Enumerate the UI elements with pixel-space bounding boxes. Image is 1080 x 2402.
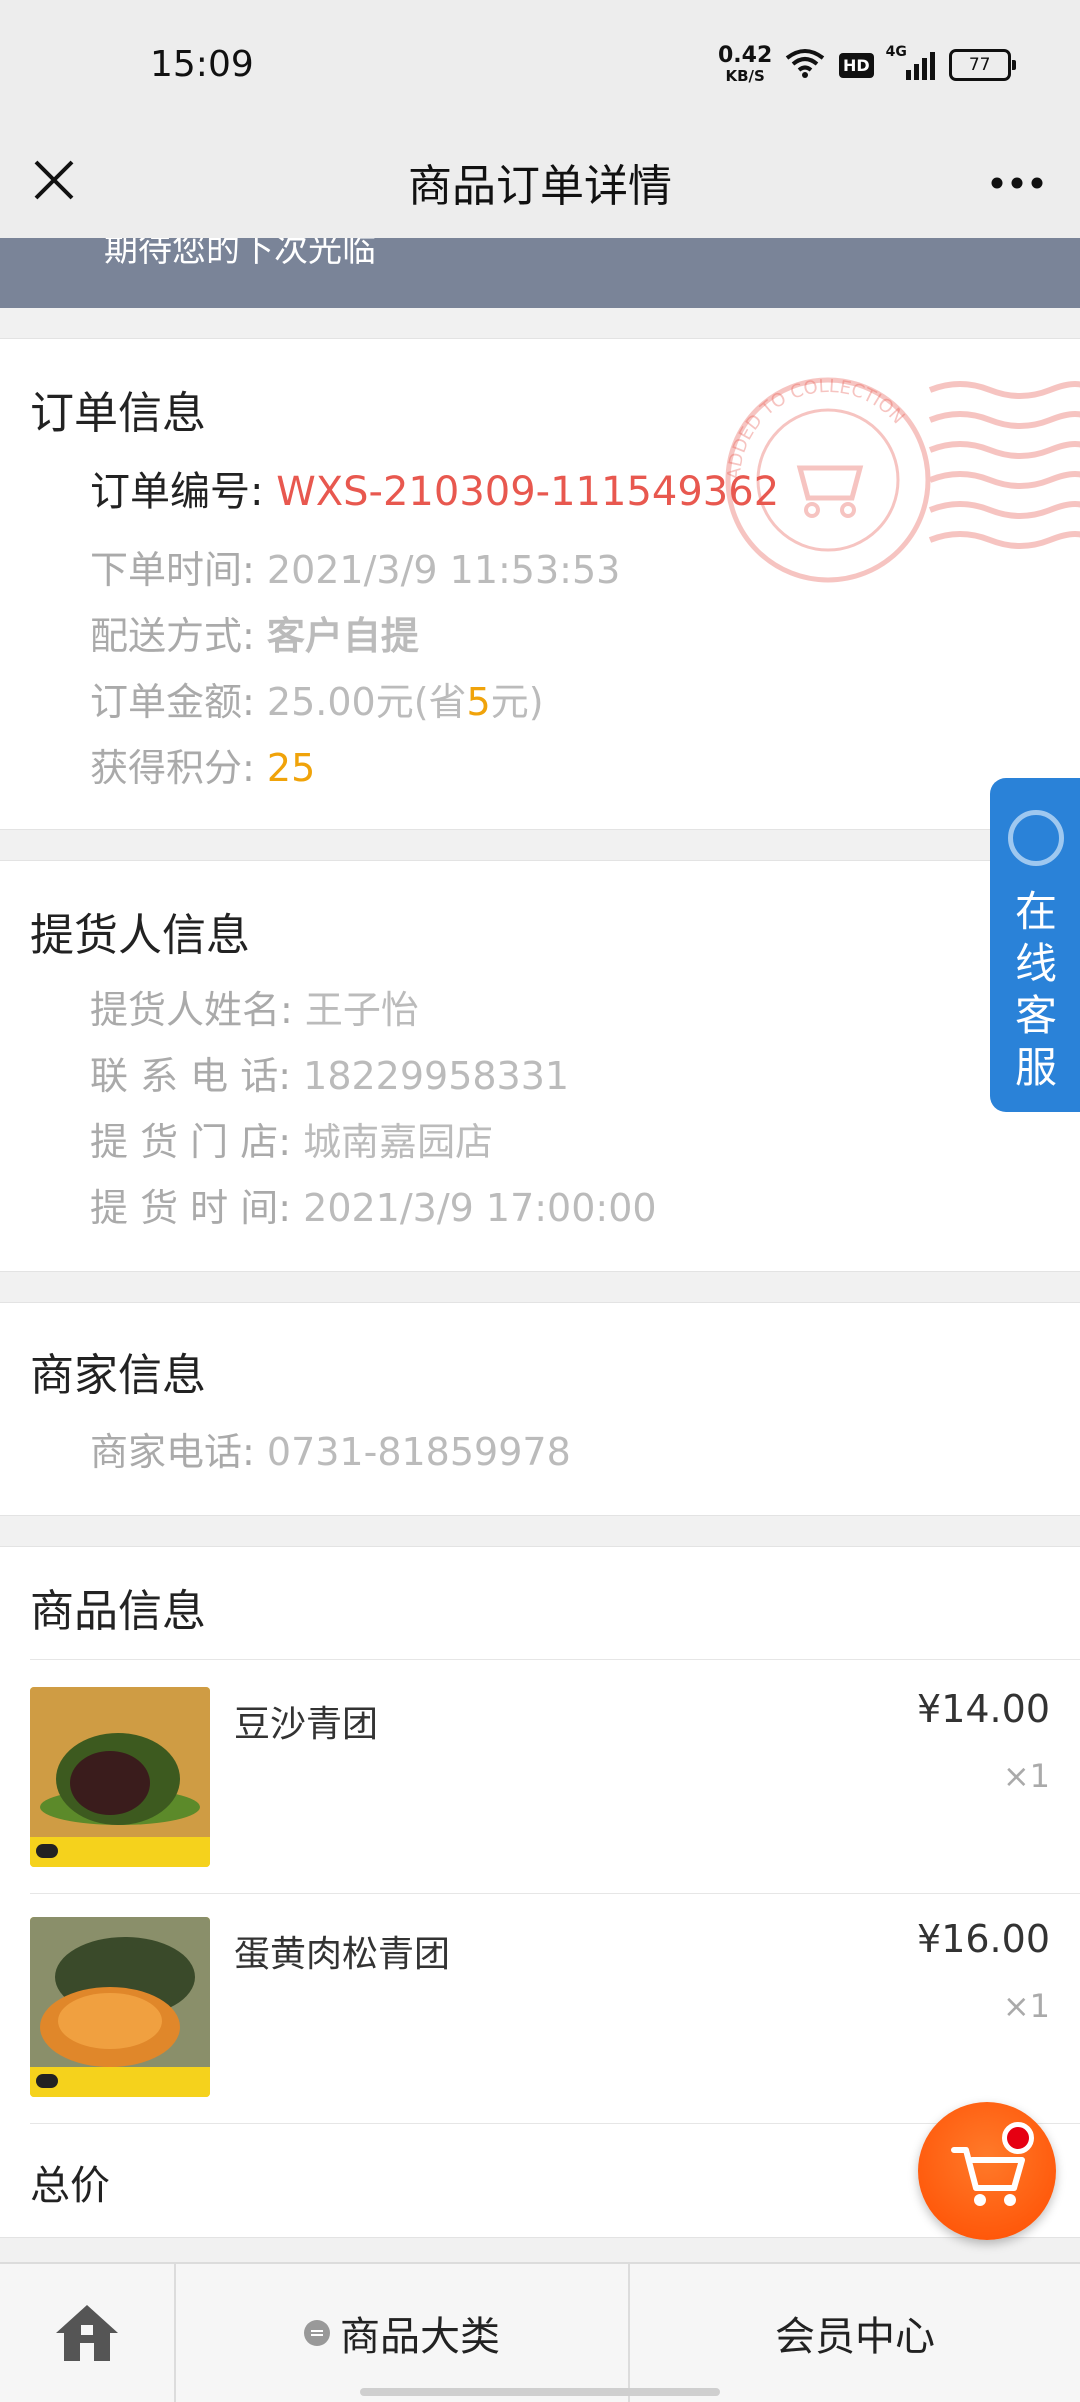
home-indicator[interactable] xyxy=(360,2388,720,2396)
pickup-phone-row: 联 系 电 话: 18229958331 xyxy=(90,1045,569,1100)
pickup-name-row: 提货人姓名: 王子怡 xyxy=(90,979,419,1034)
signal-icon: 4G xyxy=(886,44,935,80)
product-name: 蛋黄肉松青团 xyxy=(234,1934,451,1975)
total-label: 总价 xyxy=(30,2163,110,2209)
pickup-time-row: 提 货 时 间: 2021/3/9 17:00:00 xyxy=(90,1177,657,1232)
merchant-phone-label: 商家电话: xyxy=(90,1430,255,1474)
pickup-time-label: 提 货 时 间: xyxy=(90,1186,292,1230)
wifi-icon xyxy=(785,48,825,82)
amount-row: 订单金额: 25.00元(省5元) xyxy=(90,671,544,726)
customer-service-button[interactable]: 在线客服 xyxy=(990,778,1080,1112)
order-time-label: 下单时间: xyxy=(90,548,255,592)
status-icons: HD 4G 77 xyxy=(785,44,1016,82)
pickup-phone-value: 18229958331 xyxy=(303,1054,570,1098)
pickup-store-value: 城南嘉园店 xyxy=(303,1120,494,1164)
svg-text:ADDED TO COLLECTION: ADDED TO COLLECTION xyxy=(724,376,909,481)
product-price: ¥14.00 xyxy=(917,1687,1050,1731)
menu-circle-icon xyxy=(304,2320,330,2346)
divider xyxy=(30,1659,1080,1660)
points-row: 获得积分: 25 xyxy=(90,737,315,792)
pickup-time-value: 2021/3/9 17:00:00 xyxy=(303,1186,657,1230)
status-banner: 期待您的下次光临 xyxy=(0,238,1080,308)
home-icon xyxy=(56,2305,118,2361)
pickup-phone-label: 联 系 电 话: xyxy=(90,1054,292,1098)
hd-badge: HD xyxy=(839,52,874,78)
amount-saved: 5 xyxy=(466,680,491,724)
product-image[interactable] xyxy=(30,1687,210,1867)
cart-button[interactable] xyxy=(918,2102,1056,2240)
order-time-row: 下单时间: 2021/3/9 11:53:53 xyxy=(90,539,620,594)
status-bar: 15:09 0.42 KB/S HD 4G 77 xyxy=(0,0,1080,130)
order-time-value: 2021/3/9 11:53:53 xyxy=(266,548,621,592)
product-info-title: 商品信息 xyxy=(30,1586,206,1637)
points-value: 25 xyxy=(266,746,316,790)
bottom-tab-bar: 商品大类 会员中心 xyxy=(0,2262,1080,2402)
order-number-label: 订单编号: xyxy=(90,469,264,515)
nav-bar: 商品订单详情 xyxy=(0,130,1080,238)
more-icon[interactable] xyxy=(990,154,1044,200)
amount-prefix: 25.00元(省 xyxy=(266,680,467,724)
pickup-store-row: 提 货 门 店: 城南嘉园店 xyxy=(90,1111,493,1166)
cart-badge xyxy=(1002,2122,1034,2154)
tab-member-label: 会员中心 xyxy=(775,2314,935,2360)
banner-text: 期待您的下次光临 xyxy=(104,238,376,270)
product-price: ¥16.00 xyxy=(917,1917,1050,1961)
headset-icon xyxy=(1008,810,1064,866)
tab-home[interactable] xyxy=(0,2264,174,2402)
delivery-row: 配送方式: 客户自提 xyxy=(90,605,419,660)
stamp-text: ADDED TO COLLECTION xyxy=(724,376,909,481)
customer-service-label: 在线客服 xyxy=(1014,887,1057,1092)
battery-icon: 77 xyxy=(948,49,1016,81)
points-label: 获得积分: xyxy=(90,746,255,790)
tab-member-center[interactable]: 会员中心 xyxy=(630,2264,1080,2402)
status-time: 15:09 xyxy=(150,44,254,85)
net-speed: 0.42 KB/S xyxy=(718,43,773,86)
tab-category[interactable]: 商品大类 xyxy=(176,2264,628,2402)
order-info-title: 订单信息 xyxy=(30,388,206,439)
product-image[interactable] xyxy=(30,1917,210,2097)
pickup-store-label: 提 货 门 店: xyxy=(90,1120,292,1164)
order-number-row: 订单编号: WXS-210309-111549362 xyxy=(90,459,779,517)
pickup-info-card: 提货人信息 提货人姓名: 王子怡 联 系 电 话: 18229958331 提 … xyxy=(0,860,1080,1272)
merchant-phone-value[interactable]: 0731-81859978 xyxy=(267,1430,571,1474)
product-qty: ×1 xyxy=(1002,1987,1050,2025)
net-speed-value: 0.42 xyxy=(718,43,773,68)
merchant-phone-row[interactable]: 商家电话: 0731-81859978 xyxy=(90,1421,571,1476)
product-qty: ×1 xyxy=(1002,1757,1050,1795)
product-name: 豆沙青团 xyxy=(234,1704,379,1745)
page-title: 商品订单详情 xyxy=(408,161,672,212)
collection-stamp-icon: ADDED TO COLLECTION xyxy=(724,376,1080,583)
network-type: 4G xyxy=(885,44,907,60)
tab-category-label: 商品大类 xyxy=(340,2314,500,2360)
amount-suffix: 元) xyxy=(490,680,544,724)
net-speed-unit: KB/S xyxy=(725,67,765,85)
delivery-label: 配送方式: xyxy=(90,614,255,658)
divider xyxy=(30,1893,1080,1894)
pickup-name-value: 王子怡 xyxy=(304,988,419,1032)
pickup-name-label: 提货人姓名: xyxy=(90,988,293,1032)
merchant-info-title: 商家信息 xyxy=(30,1350,206,1401)
merchant-info-card: 商家信息 商家电话: 0731-81859978 xyxy=(0,1302,1080,1516)
delivery-value: 客户自提 xyxy=(266,614,419,658)
pickup-info-title: 提货人信息 xyxy=(30,910,250,961)
cart-icon xyxy=(951,2147,1025,2206)
amount-label: 订单金额: xyxy=(90,680,255,724)
